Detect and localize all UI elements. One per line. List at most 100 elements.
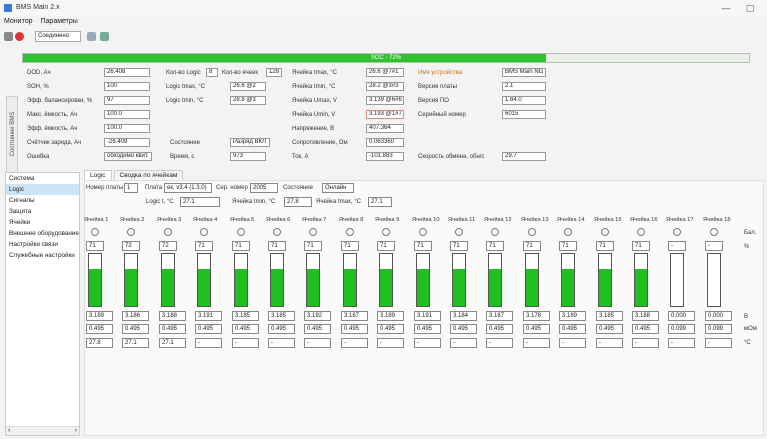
- cell-level-bar: [452, 253, 466, 307]
- cell-voltage-value: 3.184: [450, 311, 477, 321]
- unit-soc: %: [744, 244, 750, 250]
- cell-level-bar: [306, 253, 320, 307]
- cell-voltage-value: 3.192: [304, 311, 331, 321]
- logic-state-label: Состояние: [283, 185, 313, 191]
- cell-temperature-value: -: [632, 338, 659, 348]
- cell-soc-value: -: [668, 241, 686, 251]
- cell-soc-value: 72: [122, 241, 140, 251]
- cell-balance-radio[interactable]: [127, 228, 135, 236]
- unit-bal: Бал.: [744, 230, 757, 236]
- plata-value: ек, v3.4 (1.3.0): [164, 183, 212, 193]
- menu-parameters[interactable]: Параметры: [41, 18, 78, 25]
- cell-level-fill: [198, 269, 210, 306]
- cell-balance-radio[interactable]: [346, 228, 354, 236]
- cell-balance-radio[interactable]: [273, 228, 281, 236]
- cell-header: Ячейка 6: [266, 217, 291, 223]
- cell-voltage-value: 3.191: [195, 311, 222, 321]
- nav-item-cells[interactable]: Ячейки: [6, 217, 79, 228]
- cell-voltage-value: 0.000: [668, 311, 695, 321]
- time-label: Время, с: [170, 154, 195, 160]
- cell-balance-radio[interactable]: [455, 228, 463, 236]
- cell-temperature-value: 27.1: [159, 338, 186, 348]
- cell-temperature-value: -: [377, 338, 404, 348]
- cell-balance-radio[interactable]: [601, 228, 609, 236]
- serial-number-label: Серийный номер: [418, 112, 466, 118]
- cell-soc-value: 71: [341, 241, 359, 251]
- nav-item-protection[interactable]: Защита: [6, 206, 79, 217]
- tab-logic[interactable]: Logic: [84, 170, 112, 180]
- nav-item-system[interactable]: Система: [6, 173, 79, 184]
- cell-balance-radio[interactable]: [491, 228, 499, 236]
- scroll-left-icon[interactable]: ‹: [8, 427, 10, 434]
- cell-temperature-value: -: [195, 338, 222, 348]
- connection-select[interactable]: Соединено: [35, 31, 81, 42]
- logic-count-value: 8: [206, 68, 218, 77]
- nav-item-external[interactable]: Внешнее оборудование: [6, 228, 79, 239]
- nav-scrollbar[interactable]: ‹ ›: [6, 426, 79, 435]
- cell-tmax-logic-value: 27.1: [368, 197, 392, 207]
- cell-temperature-value: 27.8: [86, 338, 113, 348]
- cell-level-bar: [88, 253, 102, 307]
- serial-number-value: 6015: [502, 110, 546, 119]
- eff-capacity-label: Эфф. ёмкость, Ач: [27, 126, 78, 132]
- cell-balance-radio[interactable]: [200, 228, 208, 236]
- cell-soc-value: 71: [632, 241, 650, 251]
- scroll-right-icon[interactable]: ›: [75, 427, 77, 434]
- cell-balance-radio[interactable]: [710, 228, 718, 236]
- cell-balance-radio[interactable]: [164, 228, 172, 236]
- cell-soc-value: 71: [523, 241, 541, 251]
- tab-cell-summary[interactable]: Сводка по ячейкам: [113, 170, 184, 180]
- board-number-stepper[interactable]: 1: [124, 183, 138, 193]
- cell-header: Ячейка 5: [230, 217, 255, 223]
- error-label: Ошибка: [27, 154, 50, 160]
- cell-level-fill: [380, 269, 392, 306]
- cell-balance-radio[interactable]: [309, 228, 317, 236]
- cell-balance-radio[interactable]: [673, 228, 681, 236]
- cell-temperature-value: -: [486, 338, 513, 348]
- cell-balance-radio[interactable]: [637, 228, 645, 236]
- settings-icon[interactable]: [4, 32, 13, 41]
- menu-monitor[interactable]: Монитор: [4, 18, 33, 25]
- cell-voltage-value: 3.185: [596, 311, 623, 321]
- cell-level-bar: [634, 253, 648, 307]
- cell-balance-radio[interactable]: [528, 228, 536, 236]
- cell-voltage-value: 3.189: [559, 311, 586, 321]
- max-capacity-label: Макс. ёмкость, Ач: [27, 112, 78, 118]
- cell-soc-value: 71: [377, 241, 395, 251]
- cell-header: Ячейка 1: [84, 217, 109, 223]
- cell-resistance-value: 0.495: [159, 324, 186, 334]
- cell-level-fill: [271, 269, 283, 306]
- cell-balance-radio[interactable]: [382, 228, 390, 236]
- maximize-icon[interactable]: ▢: [741, 2, 759, 14]
- cell-temperature-value: 27.1: [122, 338, 149, 348]
- connection-icon[interactable]: [87, 32, 96, 41]
- logic-tmax-value: 26.6 @2: [230, 82, 266, 91]
- plata-label: Плата: [145, 185, 163, 191]
- nav-item-logic[interactable]: Logic: [6, 184, 79, 195]
- balance-label: Эфф. балансировки, %: [27, 98, 93, 104]
- cell-level-fill: [307, 269, 319, 306]
- stop-icon[interactable]: [15, 32, 24, 41]
- cell-voltage-value: 0.000: [705, 311, 732, 321]
- board-version-value: 2.1: [502, 82, 546, 91]
- dod-label: DOD, Ач: [27, 70, 51, 76]
- refresh-icon[interactable]: [100, 32, 109, 41]
- nav-item-signals[interactable]: Сигналы: [6, 195, 79, 206]
- cell-header: Ячейка 12: [484, 217, 512, 223]
- cell-voltage-value: 3.189: [86, 311, 113, 321]
- cell-level-bar: [598, 253, 612, 307]
- cell-balance-radio[interactable]: [564, 228, 572, 236]
- cell-balance-radio[interactable]: [91, 228, 99, 236]
- cell-level-fill: [162, 268, 174, 306]
- nav-item-service[interactable]: Служебные настройки: [6, 250, 79, 261]
- cell-balance-radio[interactable]: [419, 228, 427, 236]
- sw-version-label: Версия ПО: [418, 98, 449, 104]
- bms-state-sidebar: Состояние BMS: [6, 96, 18, 176]
- logic-t-label: Logic t, °C: [146, 199, 174, 205]
- cell-balance-radio[interactable]: [237, 228, 245, 236]
- minimize-icon[interactable]: —: [717, 2, 735, 14]
- cell-resistance-value: 0.495: [122, 324, 149, 334]
- cell-tmin-label: Ячейка tmin, °C: [292, 84, 336, 90]
- cell-voltage-value: 3.188: [632, 311, 659, 321]
- nav-item-connection[interactable]: Настройки связи: [6, 239, 79, 250]
